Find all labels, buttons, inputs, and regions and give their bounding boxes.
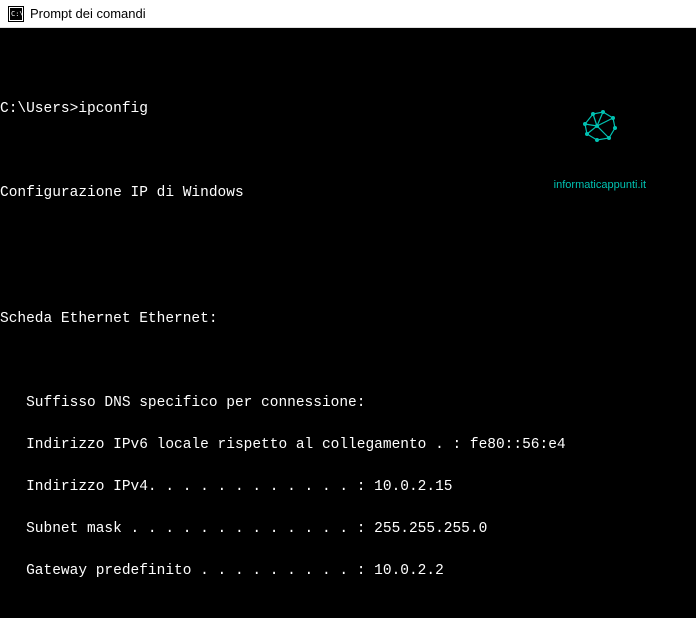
prompt: C:\Users> — [0, 101, 78, 117]
output-line — [0, 225, 696, 246]
output-line: Gateway predefinito . . . . . . . . . : … — [0, 561, 696, 582]
window-title-bar: C:\ Prompt dei comandi — [0, 0, 696, 28]
output-line: Subnet mask . . . . . . . . . . . . . : … — [0, 519, 696, 540]
svg-text:C:\: C:\ — [11, 10, 24, 18]
output-line — [0, 141, 696, 162]
output-line: Suffisso DNS specifico per connessione: — [0, 393, 696, 414]
output-line: Indirizzo IPv6 locale rispetto al colleg… — [0, 435, 696, 456]
terminal-output[interactable]: C:\Users>ipconfig Configurazione IP di W… — [0, 28, 696, 618]
window-title: Prompt dei comandi — [30, 6, 146, 21]
output-line — [0, 351, 696, 372]
output-line — [0, 57, 696, 78]
output-line: Indirizzo IPv4. . . . . . . . . . . . : … — [0, 477, 696, 498]
command: ipconfig — [78, 101, 148, 117]
cmd-icon: C:\ — [8, 6, 24, 22]
output-heading: Configurazione IP di Windows — [0, 183, 696, 204]
adapter-title: Scheda Ethernet Ethernet: — [0, 309, 696, 330]
output-line — [0, 603, 696, 618]
output-line — [0, 267, 696, 288]
prompt-line: C:\Users>ipconfig — [0, 99, 696, 120]
